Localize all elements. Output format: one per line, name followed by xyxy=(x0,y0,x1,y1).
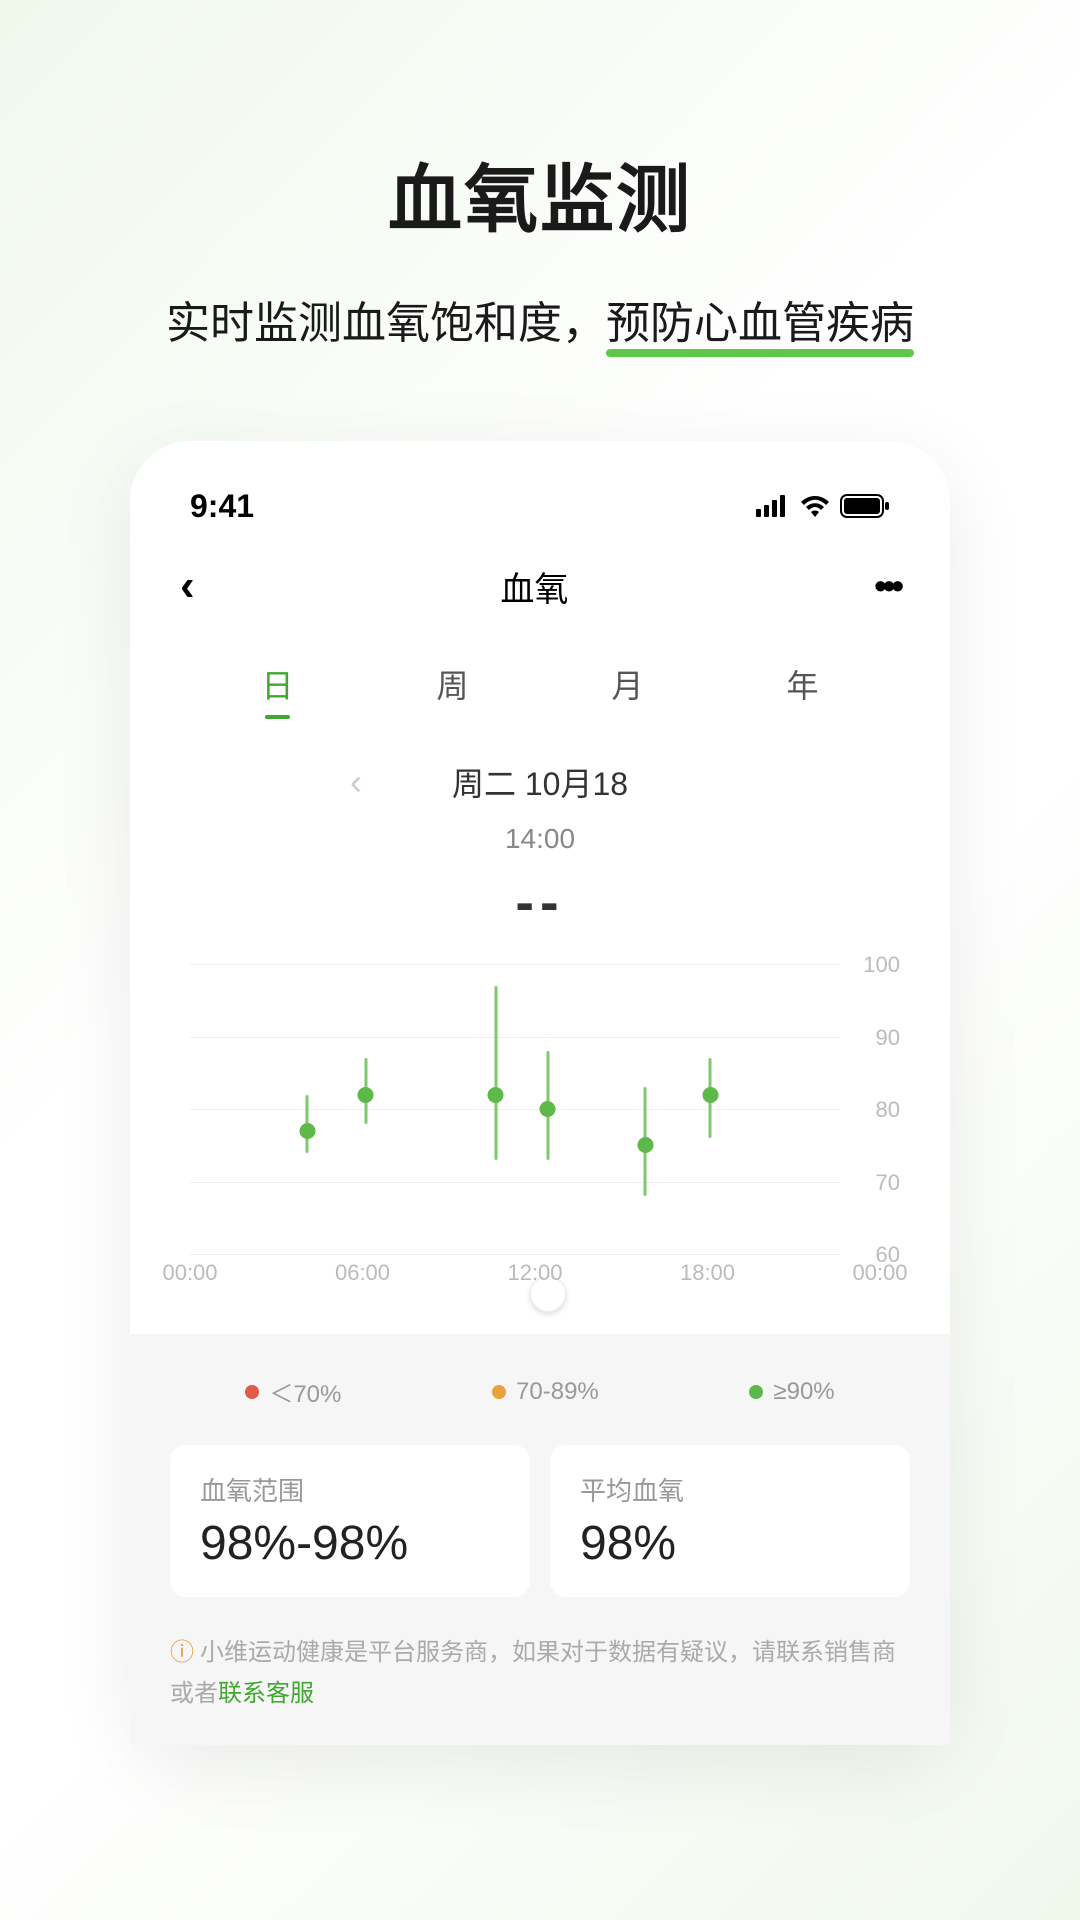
legend-label: ≥90% xyxy=(773,1378,834,1406)
disclaimer: ⓘ小维运动健康是平台服务商，如果对于数据有疑议，请联系销售商或者联系客服 xyxy=(170,1633,910,1715)
gridline xyxy=(190,964,840,965)
y-tick: 90 xyxy=(876,1025,900,1051)
tab-1[interactable]: 周 xyxy=(436,661,468,719)
x-tick: 00:00 xyxy=(852,1260,907,1286)
x-tick: 06:00 xyxy=(335,1260,390,1286)
legend-label: ＜70% xyxy=(269,1374,341,1409)
hero-sub-prefix: 实时监测血氧饱和度， xyxy=(166,299,606,348)
statusbar-icons xyxy=(756,494,890,518)
summary-cards: 血氧范围 98%-98% 平均血氧 98% xyxy=(170,1445,910,1597)
legend-item: ≥90% xyxy=(749,1374,834,1409)
date-label: 周二 10月18 xyxy=(452,759,628,805)
gridline xyxy=(190,1182,840,1183)
wifi-icon xyxy=(800,495,830,517)
phone-mockup: 9:41 ‹ 血氧 ••• 日 周 月 年 ‹ 周二 10月18 › 14:00 --… xyxy=(130,441,950,1745)
summary-card[interactable]: 血氧范围 98%-98% xyxy=(170,1445,530,1597)
data-point[interactable] xyxy=(709,1058,712,1138)
legend-dot-icon xyxy=(749,1385,763,1399)
hero: 血氧监测 实时监测血氧饱和度，预防心血管疾病 xyxy=(0,0,1080,351)
warning-icon: ⓘ xyxy=(170,1639,194,1666)
data-point[interactable] xyxy=(494,986,497,1160)
date-nav: ‹ 周二 10月18 › xyxy=(130,759,950,805)
gridline xyxy=(190,1037,840,1038)
more-icon[interactable]: ••• xyxy=(874,565,900,607)
prev-date-icon[interactable]: ‹ xyxy=(350,761,362,803)
gridline xyxy=(190,1109,840,1110)
data-point[interactable] xyxy=(306,1095,309,1153)
legend-label: 70-89% xyxy=(516,1378,599,1406)
hero-title: 血氧监测 xyxy=(0,140,1080,247)
tab-0[interactable]: 日 xyxy=(261,661,293,719)
time-label: 14:00 xyxy=(130,823,950,855)
card-value: 98%-98% xyxy=(200,1516,500,1571)
navbar: ‹ 血氧 ••• xyxy=(130,531,950,631)
contact-link[interactable]: 联系客服 xyxy=(218,1680,314,1707)
y-tick: 70 xyxy=(876,1170,900,1196)
data-point[interactable] xyxy=(546,1051,549,1160)
current-value: -- xyxy=(130,869,950,934)
hero-subtitle: 实时监测血氧饱和度，预防心血管疾病 xyxy=(0,287,1080,351)
lower-panel: ＜70% 70-89% ≥90% 血氧范围 98%-98% 平均血氧 98% ⓘ小维运动健… xyxy=(130,1334,950,1745)
statusbar: 9:41 xyxy=(130,481,950,531)
x-tick: 18:00 xyxy=(680,1260,735,1286)
y-tick: 100 xyxy=(863,952,900,978)
gridline xyxy=(190,1254,840,1255)
legend-dot-icon xyxy=(492,1385,506,1399)
card-value: 98% xyxy=(580,1516,880,1571)
period-tabs: 日周月年 xyxy=(130,631,950,719)
data-point[interactable] xyxy=(644,1087,647,1196)
card-label: 血氧范围 xyxy=(200,1471,500,1508)
statusbar-time: 9:41 xyxy=(190,488,254,525)
summary-card[interactable]: 平均血氧 98% xyxy=(550,1445,910,1597)
signal-icon xyxy=(756,495,790,517)
chart[interactable]: 6070809010000:0006:0012:0018:0000:00 xyxy=(170,964,910,1294)
time-slider[interactable] xyxy=(190,1290,840,1294)
tab-2[interactable]: 月 xyxy=(611,661,643,719)
hero-sub-highlight: 预防心血管疾病 xyxy=(606,287,914,351)
legend-item: 70-89% xyxy=(492,1374,599,1409)
back-icon[interactable]: ‹ xyxy=(180,561,195,611)
nav-title: 血氧 xyxy=(500,562,568,611)
battery-icon xyxy=(840,494,890,518)
data-point[interactable] xyxy=(364,1058,367,1123)
y-tick: 80 xyxy=(876,1097,900,1123)
legend-dot-icon xyxy=(245,1385,259,1399)
x-tick: 00:00 xyxy=(162,1260,217,1286)
legend: ＜70% 70-89% ≥90% xyxy=(170,1374,910,1409)
x-tick: 12:00 xyxy=(507,1260,562,1286)
legend-item: ＜70% xyxy=(245,1374,341,1409)
tab-3[interactable]: 年 xyxy=(786,661,818,719)
card-label: 平均血氧 xyxy=(580,1471,880,1508)
